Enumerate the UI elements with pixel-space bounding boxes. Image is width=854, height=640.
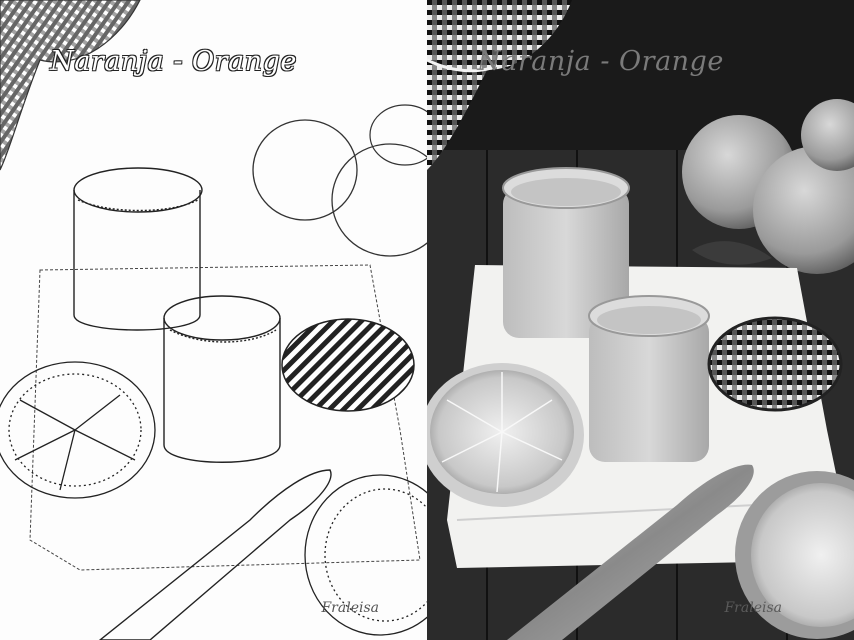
sketch-caption: Naranja - Orange: [50, 46, 297, 77]
sketch-gingham-lid: [281, 318, 415, 412]
sketch-panel: Naranja - Orange Fraleisa: [0, 0, 427, 640]
sketch-orange: [369, 104, 427, 166]
photo-jar-small: [588, 295, 710, 462]
photo-gingham-lid: [707, 316, 843, 412]
photo-caption: Naranja - Orange: [477, 46, 724, 77]
diptych-image: Naranja - Orange Fraleisa Naranja - Oran…: [0, 0, 854, 640]
sketch-orange-half: [0, 361, 156, 499]
photo-signature: Fraleisa: [724, 600, 782, 616]
photo-gingham-cloth: [427, 0, 572, 170]
sketch-gingham-cloth: [0, 0, 141, 171]
sketch-signature: Fraleisa: [321, 600, 379, 616]
sketch-drawing: [0, 0, 427, 640]
sketch-jar-small: [163, 295, 281, 463]
sketch-napkin: [29, 264, 421, 571]
sketch-jar-large: [73, 167, 203, 331]
sketch-wooden-knife: [98, 469, 332, 640]
photo-orange-half: [427, 363, 584, 507]
photo-panel: Naranja - Orange Fraleisa: [427, 0, 854, 640]
photo-scene: [427, 0, 854, 640]
